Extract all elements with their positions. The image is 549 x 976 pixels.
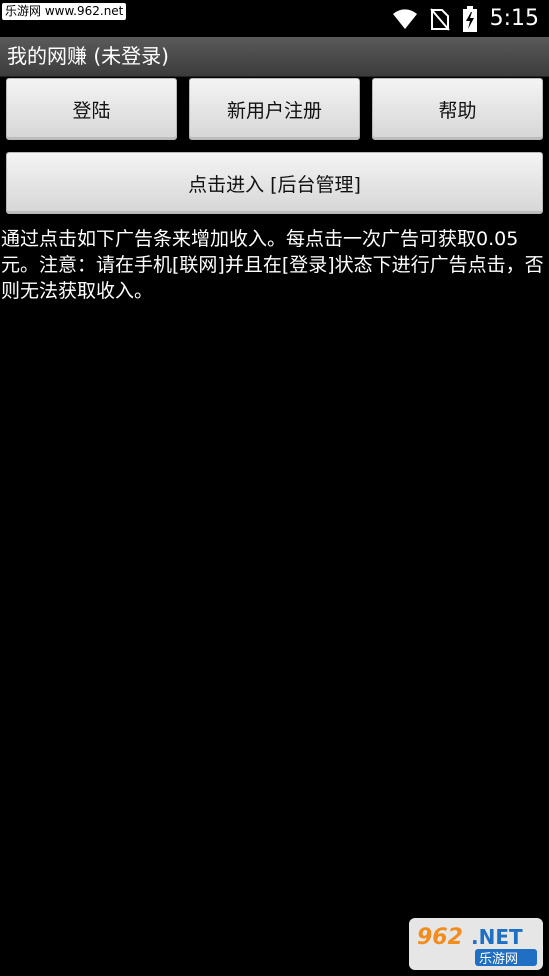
description-text: 通过点击如下广告条来增加收入。每点击一次广告可获取0.05元。注意：请在手机[联… <box>1 228 544 302</box>
app-screen: 乐游网 www.962.net 5:15 我的网赚 (未登录) 登陆 新用户注册… <box>0 0 549 976</box>
svg-text:962: 962 <box>417 925 463 950</box>
help-button[interactable]: 帮助 <box>372 78 543 140</box>
site-logo-watermark: 962 .NET 乐游网 <box>409 918 543 970</box>
battery-charging-icon <box>462 6 478 32</box>
admin-panel-button[interactable]: 点击进入 [后台管理] <box>6 152 543 214</box>
no-sim-icon <box>429 7 450 31</box>
wifi-icon <box>392 8 418 30</box>
page-title: 我的网赚 (未登录) <box>7 44 169 68</box>
register-button[interactable]: 新用户注册 <box>189 78 360 140</box>
title-bar: 我的网赚 (未登录) <box>0 37 549 77</box>
status-icons: 5:15 <box>392 4 539 34</box>
svg-text:.NET: .NET <box>471 925 523 949</box>
watermark-label: 乐游网 www.962.net <box>2 3 127 20</box>
clock: 5:15 <box>489 6 539 31</box>
status-bar: 乐游网 www.962.net 5:15 <box>0 0 549 37</box>
svg-text:乐游网: 乐游网 <box>479 952 518 967</box>
login-button[interactable]: 登陆 <box>6 78 177 140</box>
